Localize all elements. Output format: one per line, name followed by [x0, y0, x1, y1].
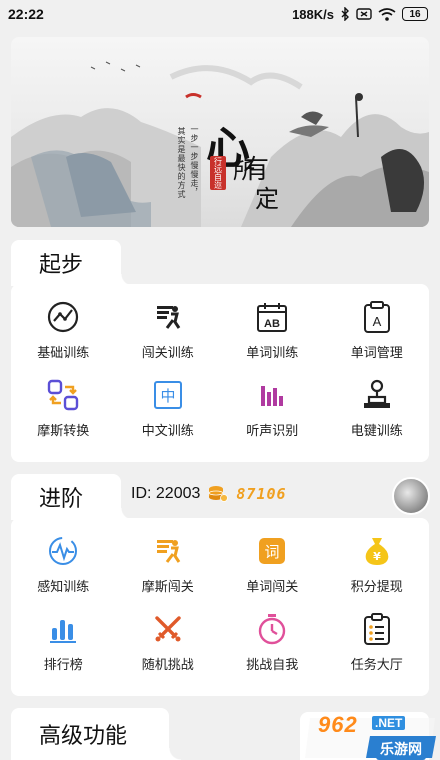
tile-points-withdraw[interactable]: ¥ 积分提现: [325, 518, 430, 596]
tile-key-training[interactable]: 电键训练: [325, 362, 430, 440]
watermark-cn: 乐游网: [376, 738, 426, 760]
tile-label: 挑战自我: [246, 657, 299, 672]
svg-text:A: A: [372, 314, 381, 329]
tile-label: 单词管理: [350, 345, 403, 360]
tile-random-challenge[interactable]: 随机挑战: [116, 596, 221, 674]
banner-vertical-text-1: 一步一步慢慢走，: [190, 125, 199, 197]
tile-morse-convert[interactable]: 摩斯转换: [11, 362, 116, 440]
tile-leaderboard[interactable]: 排行榜: [11, 596, 116, 674]
tile-word-management[interactable]: A 单词管理: [325, 284, 430, 362]
user-info-row: ID: 22003 87106: [131, 485, 287, 503]
stopwatch-icon: [255, 612, 289, 646]
telegraph-key-icon: [360, 378, 394, 412]
tile-label: 排行榜: [43, 657, 83, 672]
tile-label: 任务大厅: [350, 657, 403, 672]
sound-bars-icon: [255, 378, 289, 412]
battery-icon: 16: [402, 7, 428, 21]
ranking-icon: [46, 612, 80, 646]
start-grid: 基础训练 闯关训练 AB 单词训练 A 单词管理 摩斯转换 中 中文训练 听声识…: [11, 284, 429, 440]
money-bag-icon: ¥: [360, 534, 394, 568]
tile-label: 摩斯闯关: [141, 579, 194, 594]
tile-chinese-training[interactable]: 中 中文训练: [116, 362, 221, 440]
banner-seal: 行远自迩: [210, 156, 226, 190]
bluetooth-icon: [341, 7, 349, 21]
tile-label: 单词闯关: [246, 579, 299, 594]
tile-level-training[interactable]: 闯关训练: [116, 284, 221, 362]
tile-task-hall[interactable]: 任务大厅: [325, 596, 430, 674]
watermark-net: .NET: [372, 716, 406, 730]
status-speed: 188K/s: [292, 6, 334, 22]
coin-balance: 87106: [236, 485, 287, 503]
calendar-ab-icon: AB: [255, 300, 289, 334]
status-bar: 22:22 188K/s 16: [0, 0, 440, 28]
advanced-grid: 感知训练 摩斯闯关 词 单词闯关 ¥ 积分提现 排行榜 随机挑战 挑战自我 任务…: [11, 518, 429, 674]
wifi-icon: [378, 7, 396, 21]
tile-self-challenge[interactable]: 挑战自我: [220, 596, 325, 674]
section-title-advanced: 进阶: [39, 486, 84, 511]
coin-stack-icon: [208, 486, 229, 502]
tile-word-training[interactable]: AB 单词训练: [220, 284, 325, 362]
runner-orange-icon: [151, 534, 185, 568]
avatar[interactable]: [392, 477, 430, 515]
zhong-icon: 中: [151, 378, 185, 412]
section-tab-advanced: 进阶: [11, 474, 133, 520]
tile-label: 积分提现: [350, 579, 403, 594]
tile-label: 听声识别: [246, 423, 299, 438]
section-start: 基础训练 闯关训练 AB 单词训练 A 单词管理 摩斯转换 中 中文训练 听声识…: [11, 284, 429, 462]
pulse-icon: [46, 534, 80, 568]
banner-char-suo: 所: [229, 159, 254, 181]
swords-icon: [151, 612, 185, 646]
status-time: 22:22: [8, 6, 44, 22]
section-tab-start: 起步: [11, 240, 133, 286]
tile-perception-training[interactable]: 感知训练: [11, 518, 116, 596]
runner-icon: [151, 300, 185, 334]
tile-label: 随机挑战: [141, 657, 194, 672]
tile-morse-levels[interactable]: 摩斯闯关: [116, 518, 221, 596]
svg-text:中: 中: [160, 387, 175, 405]
tile-sound-recognition[interactable]: 听声识别: [220, 362, 325, 440]
swap-icon: [46, 378, 80, 412]
ci-icon: 词: [255, 534, 289, 568]
tile-label: 闯关训练: [141, 345, 194, 360]
section-tab-pro: 高级功能: [11, 708, 181, 760]
clipboard-a-icon: A: [360, 300, 394, 334]
tile-label: 摩斯转换: [37, 423, 90, 438]
banner[interactable]: 心 有 所 定 行远自迩 一步一步慢慢走， 其实是最快的方式: [11, 37, 429, 227]
tile-label: 中文训练: [141, 423, 194, 438]
svg-text:词: 词: [265, 543, 280, 561]
watermark-brand: 962: [318, 712, 358, 737]
section-advanced: 感知训练 摩斯闯关 词 单词闯关 ¥ 积分提现 排行榜 随机挑战 挑战自我 任务…: [11, 518, 429, 696]
svg-text:AB: AB: [264, 318, 280, 330]
task-list-icon: [360, 612, 394, 646]
section-title-start: 起步: [39, 252, 84, 277]
tile-label: 感知训练: [37, 579, 90, 594]
banner-char-ding: 定: [255, 185, 279, 213]
tile-label: 电键训练: [350, 423, 403, 438]
tile-basic-training[interactable]: 基础训练: [11, 284, 116, 362]
banner-vertical-text-2: 其实是最快的方式: [177, 127, 186, 199]
no-sim-icon: [356, 8, 372, 20]
section-title-pro: 高级功能: [39, 723, 128, 748]
tile-label: 单词训练: [246, 345, 299, 360]
tile-word-levels[interactable]: 词 单词闯关: [220, 518, 325, 596]
svg-text:¥: ¥: [373, 550, 381, 563]
user-id: ID: 22003: [131, 485, 201, 502]
tile-label: 基础训练: [37, 345, 90, 360]
chart-curve-icon: [46, 300, 80, 334]
